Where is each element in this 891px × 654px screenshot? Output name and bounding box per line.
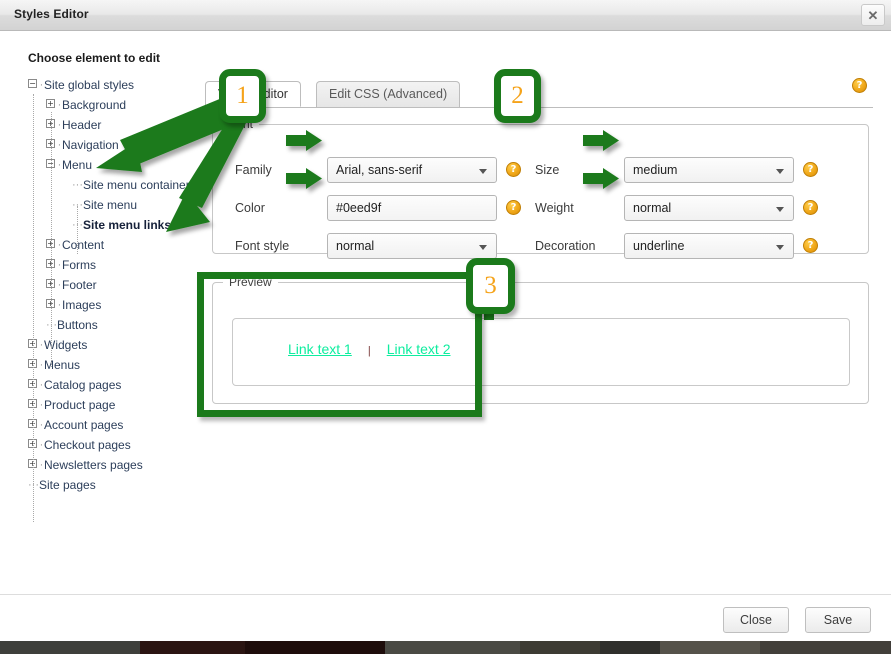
size-select[interactable]: medium [624, 157, 794, 183]
tree-item-widgets[interactable]: + ·Widgets [28, 334, 200, 354]
tree-item-label: Site menu [83, 197, 138, 212]
tree-guide-line [77, 206, 78, 254]
tree-item-site-global-styles[interactable]: − ·Site global styles [28, 74, 200, 94]
preview-group-legend: Preview [229, 275, 272, 289]
tree-item-label: Buttons [57, 317, 98, 332]
tree-heading: Choose element to edit [28, 51, 161, 65]
tab-edit-css[interactable]: Edit CSS (Advanced) [316, 81, 461, 107]
dialog-body: ? Choose element to edit − ·Site global s… [0, 31, 891, 594]
tree-item-images[interactable]: + ·Images [46, 294, 200, 314]
family-label: Family [235, 163, 272, 177]
styles-editor-dialog: Styles Editor ✕ ? Choose element to edit… [0, 0, 891, 641]
color-input[interactable]: #0eed9f [327, 195, 497, 221]
tree-item-label: Catalog pages [44, 377, 122, 392]
font-style-label: Font style [235, 239, 290, 253]
help-icon-size[interactable]: ? [803, 162, 818, 177]
tree-item-menu[interactable]: − ·Menu [46, 154, 200, 174]
tree-item-footer[interactable]: + ·Footer [46, 274, 200, 294]
save-button[interactable]: Save [805, 607, 871, 633]
family-select[interactable]: Arial, sans-serif [327, 157, 497, 183]
element-tree-panel: Choose element to edit − ·Site global sty… [0, 31, 200, 494]
tree-item-account-pages[interactable]: + ·Account pages [28, 414, 200, 434]
help-icon-weight[interactable]: ? [803, 200, 818, 215]
tree-item-label: Footer [62, 277, 97, 292]
tree-item-label: Images [62, 297, 102, 312]
preview-separator: | [367, 345, 371, 357]
preview-surface: Link text 1 | Link text 2 [232, 318, 850, 386]
tree-item-catalog-pages[interactable]: + ·Catalog pages [28, 374, 200, 394]
dialog-titlebar: Styles Editor ✕ [0, 0, 891, 31]
font-settings-group: Font Family Arial, sans-serif ? Color #0… [212, 117, 869, 259]
tree-item-content[interactable]: + ·Content [46, 234, 200, 254]
tab-visual-editor[interactable]: Visual Editor [205, 81, 301, 107]
tree-item-site-menu-container[interactable]: ···Site menu container [72, 174, 200, 194]
tree-item-label: Navigation [62, 137, 119, 152]
dialog-footer: Close Save [0, 594, 891, 641]
editor-panel: Visual Editor Edit CSS (Advanced) Font F… [205, 81, 873, 404]
tree-guide-line [51, 112, 52, 367]
close-x-icon[interactable]: ✕ [861, 4, 885, 26]
help-icon-family[interactable]: ? [506, 162, 521, 177]
tree-item-site-menu-links[interactable]: ···Site menu links [72, 214, 200, 234]
tree-item-label: Checkout pages [44, 437, 131, 452]
tree-item-label: Background [62, 97, 127, 112]
tree-item-label: Site pages [39, 477, 96, 492]
decoration-label: Decoration [535, 239, 596, 253]
tree-item-label: Account pages [44, 417, 124, 432]
tree-item-menus[interactable]: + ·Menus [28, 354, 200, 374]
tree-item-label: Site menu container [83, 177, 190, 192]
color-label: Color [235, 201, 265, 215]
tree-item-newsletters-pages[interactable]: + ·Newsletters pages [28, 454, 200, 474]
help-icon-color[interactable]: ? [506, 200, 521, 215]
decoration-select[interactable]: underline [624, 233, 794, 259]
tree-collapse-icon[interactable]: − [28, 79, 37, 89]
tree-item-label: Header [62, 117, 102, 132]
dialog-title: Styles Editor [14, 7, 89, 21]
tree-item-header[interactable]: + ·Header [46, 114, 200, 134]
tree-item-product-page[interactable]: + ·Product page [28, 394, 200, 414]
tree-item-background[interactable]: + ·Background [46, 94, 200, 114]
tree-item-buttons[interactable]: ···Buttons [46, 314, 200, 334]
tree-item-forms[interactable]: + ·Forms [46, 254, 200, 274]
tree-item-label: Content [62, 237, 105, 252]
close-button[interactable]: Close [723, 607, 789, 633]
tree-leaf-dash-icon: ··· [72, 178, 83, 191]
weight-select[interactable]: normal [624, 195, 794, 221]
tree-item-site-menu[interactable]: ···Site menu [72, 194, 200, 214]
weight-label: Weight [535, 201, 574, 215]
size-label: Size [535, 163, 560, 177]
editor-tabs: Visual Editor Edit CSS (Advanced) [205, 81, 873, 108]
tree-item-site-pages[interactable]: ···Site pages [28, 474, 200, 494]
font-style-select[interactable]: normal [327, 233, 497, 259]
tree-item-label: Forms [62, 257, 96, 272]
tree-item-label: Menu [62, 157, 93, 172]
tree-item-label: Site global styles [44, 77, 135, 92]
page-backdrop [0, 641, 891, 654]
tree-expand-icon[interactable]: + [46, 99, 55, 109]
tree-guide-line [33, 94, 34, 522]
tree-item-label: Newsletters pages [44, 457, 143, 472]
tree-item-label: Product page [44, 397, 116, 412]
tree-item-navigation[interactable]: + ·Navigation [46, 134, 200, 154]
preview-link-2[interactable]: Link text 2 [387, 341, 451, 357]
preview-link-1[interactable]: Link text 1 [288, 341, 352, 357]
tree-item-checkout-pages[interactable]: + ·Checkout pages [28, 434, 200, 454]
font-group-legend: Font [229, 117, 254, 131]
element-tree[interactable]: − ·Site global styles + ·Background + ·Header… [28, 74, 200, 494]
preview-links: Link text 1 | Link text 2 [288, 341, 451, 357]
help-icon-decoration[interactable]: ? [803, 238, 818, 253]
tree-item-label: Site menu links [83, 217, 172, 232]
tree-guide-line [51, 347, 52, 357]
tree-item-label: Menus [44, 357, 81, 372]
preview-group: Preview Link text 1 | Link text 2 [212, 275, 869, 404]
